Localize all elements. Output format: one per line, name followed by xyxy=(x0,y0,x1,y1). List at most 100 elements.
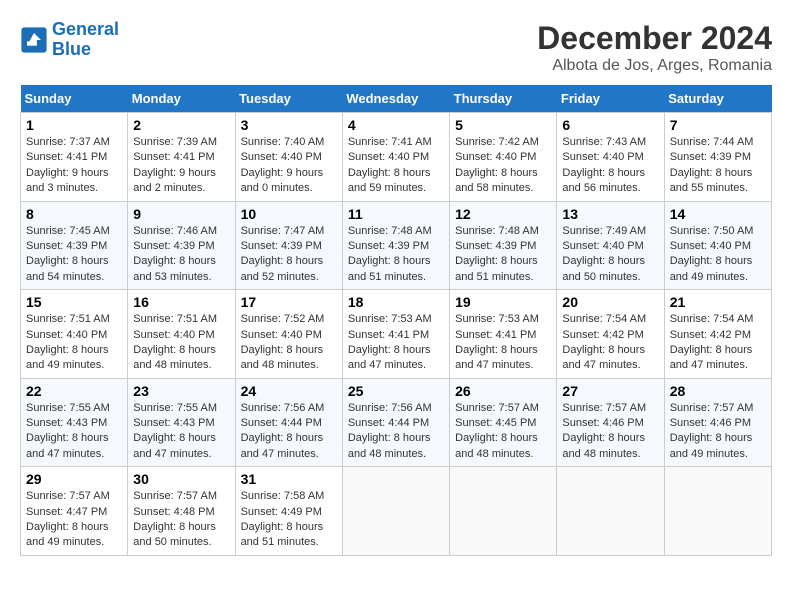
calendar-cell: 23 Sunrise: 7:55 AM Sunset: 4:43 PM Dayl… xyxy=(128,378,235,467)
sunset-label: Sunset: xyxy=(562,151,599,163)
sunset-time: 4:45 PM xyxy=(496,417,537,429)
sunrise-time: 7:42 AM xyxy=(499,136,539,148)
sunset-label: Sunset: xyxy=(133,506,170,518)
day-header-monday: Monday xyxy=(128,85,235,113)
sunset-time: 4:44 PM xyxy=(388,417,429,429)
sunset-label: Sunset: xyxy=(670,240,707,252)
calendar-cell: 9 Sunrise: 7:46 AM Sunset: 4:39 PM Dayli… xyxy=(128,201,235,290)
sunrise-time: 7:41 AM xyxy=(391,136,431,148)
sunrise-label: Sunrise: xyxy=(241,313,281,325)
daylight-label: Daylight: xyxy=(670,344,713,356)
day-number: 13 xyxy=(562,206,658,222)
calendar-cell xyxy=(664,467,771,556)
day-info: Sunrise: 7:54 AM Sunset: 4:42 PM Dayligh… xyxy=(670,312,766,374)
sunrise-time: 7:57 AM xyxy=(69,490,109,502)
day-header-thursday: Thursday xyxy=(450,85,557,113)
sunset-label: Sunset: xyxy=(562,240,599,252)
sunrise-label: Sunrise: xyxy=(562,402,602,414)
day-info: Sunrise: 7:56 AM Sunset: 4:44 PM Dayligh… xyxy=(348,401,444,463)
day-number: 24 xyxy=(241,383,337,399)
sunset-time: 4:47 PM xyxy=(66,506,107,518)
sunrise-time: 7:48 AM xyxy=(391,225,431,237)
day-header-sunday: Sunday xyxy=(21,85,128,113)
sunset-label: Sunset: xyxy=(670,151,707,163)
day-info: Sunrise: 7:49 AM Sunset: 4:40 PM Dayligh… xyxy=(562,224,658,286)
sunset-label: Sunset: xyxy=(133,151,170,163)
sunset-time: 4:39 PM xyxy=(388,240,429,252)
sunrise-label: Sunrise: xyxy=(455,313,495,325)
day-info: Sunrise: 7:53 AM Sunset: 4:41 PM Dayligh… xyxy=(455,312,551,374)
daylight-label: Daylight: xyxy=(133,255,176,267)
day-number: 20 xyxy=(562,294,658,310)
calendar-cell: 4 Sunrise: 7:41 AM Sunset: 4:40 PM Dayli… xyxy=(342,113,449,202)
sunset-time: 4:48 PM xyxy=(174,506,215,518)
calendar-cell xyxy=(342,467,449,556)
sunrise-time: 7:57 AM xyxy=(177,490,217,502)
calendar-cell: 16 Sunrise: 7:51 AM Sunset: 4:40 PM Dayl… xyxy=(128,290,235,379)
calendar-week-2: 8 Sunrise: 7:45 AM Sunset: 4:39 PM Dayli… xyxy=(21,201,772,290)
daylight-label: Daylight: xyxy=(348,167,391,179)
day-info: Sunrise: 7:57 AM Sunset: 4:47 PM Dayligh… xyxy=(26,489,122,551)
day-info: Sunrise: 7:58 AM Sunset: 4:49 PM Dayligh… xyxy=(241,489,337,551)
sunrise-label: Sunrise: xyxy=(670,402,710,414)
day-info: Sunrise: 7:53 AM Sunset: 4:41 PM Dayligh… xyxy=(348,312,444,374)
sunrise-time: 7:55 AM xyxy=(69,402,109,414)
sunrise-label: Sunrise: xyxy=(670,136,710,148)
daylight-label: Daylight: xyxy=(348,432,391,444)
daylight-label: Daylight: xyxy=(133,167,176,179)
daylight-label: Daylight: xyxy=(562,432,605,444)
day-info: Sunrise: 7:55 AM Sunset: 4:43 PM Dayligh… xyxy=(26,401,122,463)
sunrise-label: Sunrise: xyxy=(133,225,173,237)
daylight-label: Daylight: xyxy=(26,344,69,356)
calendar-cell: 14 Sunrise: 7:50 AM Sunset: 4:40 PM Dayl… xyxy=(664,201,771,290)
daylight-label: Daylight: xyxy=(241,167,284,179)
daylight-label: Daylight: xyxy=(241,432,284,444)
daylight-label: Daylight: xyxy=(241,255,284,267)
calendar-cell: 17 Sunrise: 7:52 AM Sunset: 4:40 PM Dayl… xyxy=(235,290,342,379)
calendar-week-1: 1 Sunrise: 7:37 AM Sunset: 4:41 PM Dayli… xyxy=(21,113,772,202)
day-info: Sunrise: 7:54 AM Sunset: 4:42 PM Dayligh… xyxy=(562,312,658,374)
day-number: 1 xyxy=(26,117,122,133)
sunset-time: 4:49 PM xyxy=(281,506,322,518)
sunset-label: Sunset: xyxy=(348,417,385,429)
calendar-cell: 13 Sunrise: 7:49 AM Sunset: 4:40 PM Dayl… xyxy=(557,201,664,290)
day-info: Sunrise: 7:41 AM Sunset: 4:40 PM Dayligh… xyxy=(348,135,444,197)
sunset-label: Sunset: xyxy=(26,329,63,341)
title-block: December 2024 Albota de Jos, Arges, Roma… xyxy=(537,20,772,75)
sunset-label: Sunset: xyxy=(348,329,385,341)
sunset-label: Sunset: xyxy=(26,240,63,252)
day-info: Sunrise: 7:37 AM Sunset: 4:41 PM Dayligh… xyxy=(26,135,122,197)
calendar-cell: 5 Sunrise: 7:42 AM Sunset: 4:40 PM Dayli… xyxy=(450,113,557,202)
day-info: Sunrise: 7:57 AM Sunset: 4:45 PM Dayligh… xyxy=(455,401,551,463)
sunset-label: Sunset: xyxy=(133,240,170,252)
daylight-label: Daylight: xyxy=(348,344,391,356)
day-info: Sunrise: 7:43 AM Sunset: 4:40 PM Dayligh… xyxy=(562,135,658,197)
daylight-label: Daylight: xyxy=(455,344,498,356)
day-number: 11 xyxy=(348,206,444,222)
sunset-time: 4:39 PM xyxy=(710,151,751,163)
day-number: 5 xyxy=(455,117,551,133)
day-info: Sunrise: 7:52 AM Sunset: 4:40 PM Dayligh… xyxy=(241,312,337,374)
daylight-label: Daylight: xyxy=(26,255,69,267)
logo: General Blue xyxy=(20,20,119,60)
sunrise-time: 7:50 AM xyxy=(713,225,753,237)
sunset-time: 4:44 PM xyxy=(281,417,322,429)
sunset-time: 4:40 PM xyxy=(388,151,429,163)
day-number: 19 xyxy=(455,294,551,310)
calendar-cell: 6 Sunrise: 7:43 AM Sunset: 4:40 PM Dayli… xyxy=(557,113,664,202)
sunset-label: Sunset: xyxy=(670,417,707,429)
sunrise-label: Sunrise: xyxy=(670,225,710,237)
day-number: 4 xyxy=(348,117,444,133)
sunrise-label: Sunrise: xyxy=(133,313,173,325)
sunset-time: 4:40 PM xyxy=(710,240,751,252)
day-header-friday: Friday xyxy=(557,85,664,113)
day-number: 12 xyxy=(455,206,551,222)
day-number: 15 xyxy=(26,294,122,310)
calendar-cell: 30 Sunrise: 7:57 AM Sunset: 4:48 PM Dayl… xyxy=(128,467,235,556)
sunset-time: 4:42 PM xyxy=(603,329,644,341)
logo-text: General Blue xyxy=(52,20,119,60)
day-number: 22 xyxy=(26,383,122,399)
day-number: 23 xyxy=(133,383,229,399)
day-number: 3 xyxy=(241,117,337,133)
sunrise-time: 7:43 AM xyxy=(606,136,646,148)
